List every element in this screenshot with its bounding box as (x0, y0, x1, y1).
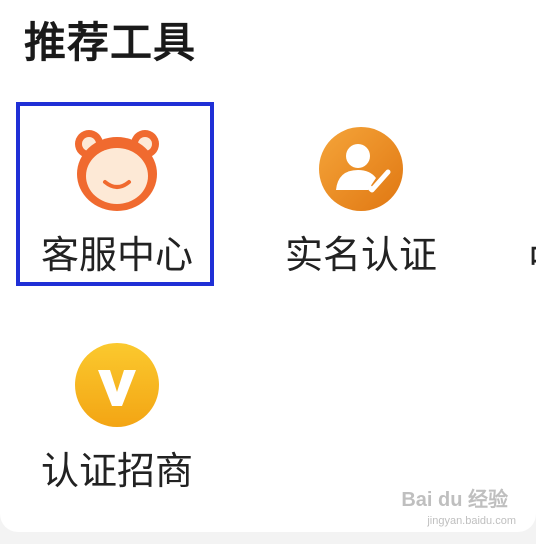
partial-tool-label[interactable]: 中 (528, 240, 536, 276)
section-title: 推荐工具 (24, 18, 197, 67)
tool-label: 认证招商 (40, 449, 193, 493)
tool-customer-service[interactable]: 客服中心 (22, 102, 212, 282)
tool-certified-merchant[interactable]: 认证招商 (22, 318, 212, 498)
tool-label: 实名认证 (284, 233, 437, 277)
user-verified-icon (316, 124, 406, 214)
recommended-tools-card: 推荐工具 客服中心 实名认证 认证招商 Bai du 经验 jingyan.ba… (0, 0, 536, 532)
watermark: Bai du 经验 jingyan.baidu.com (401, 489, 516, 527)
tool-real-name-verification[interactable]: 实名认证 (266, 102, 456, 282)
tool-label: 客服中心 (40, 233, 193, 277)
bear-face-icon (72, 124, 162, 214)
v-badge-icon (72, 340, 162, 430)
